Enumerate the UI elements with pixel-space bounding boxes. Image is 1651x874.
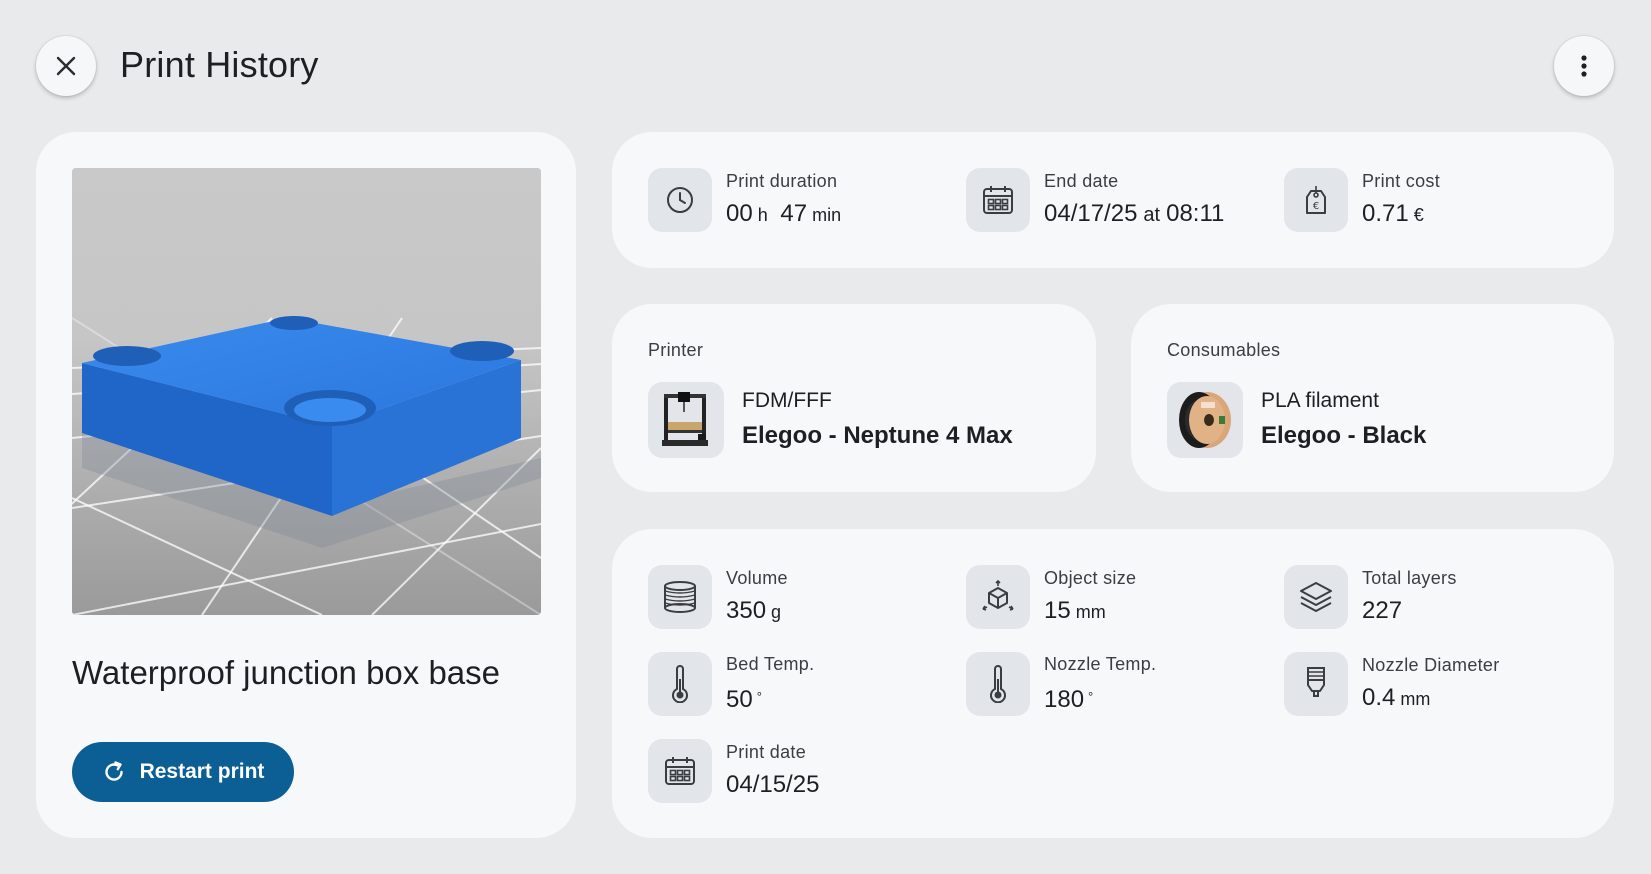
bed-temp-label: Bed Temp. [726,653,815,674]
calendar-icon [648,739,712,803]
total-layers-stat: Total layers 227 [1284,565,1457,629]
print-cost-stat: € Print cost 0.71 € [1284,168,1440,232]
end-date-label: End date [1044,170,1119,191]
filament-spool-thumbnail [1167,382,1243,458]
clock-icon [648,168,712,232]
total-layers-label: Total layers [1362,568,1457,588]
print-cost-value: 0.71 € [1362,199,1424,227]
print-duration-label: Print duration [726,170,838,191]
print-date-value: 04/15/25 [726,771,820,798]
nozzle-diameter-stat: Nozzle Diameter 0.4 mm [1284,652,1500,716]
page-title: Print History [120,44,319,85]
model-card: Waterproof junction box base Restart pri… [36,132,576,838]
printer-name: Elegoo - Neptune 4 Max [742,422,1013,449]
nozzle-icon [1284,652,1348,716]
object-size-value: 15 mm [1044,596,1106,624]
restart-print-button[interactable]: Restart print [72,742,294,802]
print-duration-value: 00 h 47 min [726,199,842,227]
restart-print-label: Restart print [139,760,265,783]
printer-card[interactable]: Printer FDM/FFF Elegoo - Neptune 4 Max [612,304,1096,492]
printer-section-label: Printer [648,340,704,360]
consumable-name: Elegoo - Black [1261,422,1427,449]
total-layers-value: 227 [1362,597,1403,624]
object-size-stat: Object size 15 mm [966,565,1136,629]
price-tag-euro-icon: € [1284,168,1348,232]
close-icon [56,56,76,76]
nozzle-diameter-value: 0.4 mm [1362,683,1431,711]
volume-label: Volume [726,567,788,588]
consumables-section-label: Consumables [1167,340,1281,360]
svg-text:€: € [1313,201,1319,212]
end-date-stat: End date 04/17/25 at 08:11 [966,168,1224,232]
consumables-card[interactable]: Consumables PLA filament Elegoo - Black [1131,304,1614,492]
print-history-dialog: Print History Waterproof junction box ba… [0,0,1651,874]
nozzle-diameter-label: Nozzle Diameter [1362,654,1500,675]
layers-icon [1284,565,1348,629]
object-size-label: Object size [1044,567,1137,588]
print-cost-label: Print cost [1362,170,1441,191]
thermometer-icon [648,652,712,716]
print-stats-card: Volume 350 g Object size 15 mm Total layer… [612,529,1614,838]
volume-stat: Volume 350 g [648,565,788,629]
thermometer-icon [966,652,1030,716]
nozzle-temp-label: Nozzle Temp. [1044,653,1157,674]
more-vertical-icon [1581,55,1587,77]
cube-arrows-icon [966,565,1030,629]
3d-printer-thumbnail [648,382,724,458]
print-date-stat: Print date 04/15/25 [648,739,819,803]
refresh-icon [104,761,123,781]
model-preview-image [72,168,541,615]
nozzle-temp-value: 180 ° [1044,685,1094,713]
bed-temp-stat: Bed Temp. 50 ° [648,652,814,716]
print-date-label: Print date [726,742,807,762]
bed-temp-value: 50 ° [726,685,762,713]
close-button[interactable] [36,36,96,96]
volume-value: 350 g [726,596,782,624]
filament-spool-icon [648,565,712,629]
printer-type: FDM/FFF [742,389,832,412]
end-date-value: 04/17/25 at 08:11 [1044,199,1225,227]
consumable-type: PLA filament [1261,389,1379,412]
nozzle-temp-stat: Nozzle Temp. 180 ° [966,652,1156,716]
summary-card: Print duration 00 h 47 min End date 04/17/… [612,132,1614,268]
more-options-button[interactable] [1554,36,1614,96]
calendar-icon [966,168,1030,232]
print-duration-stat: Print duration 00 h 47 min [648,168,841,232]
model-name: Waterproof junction box base [72,654,501,691]
